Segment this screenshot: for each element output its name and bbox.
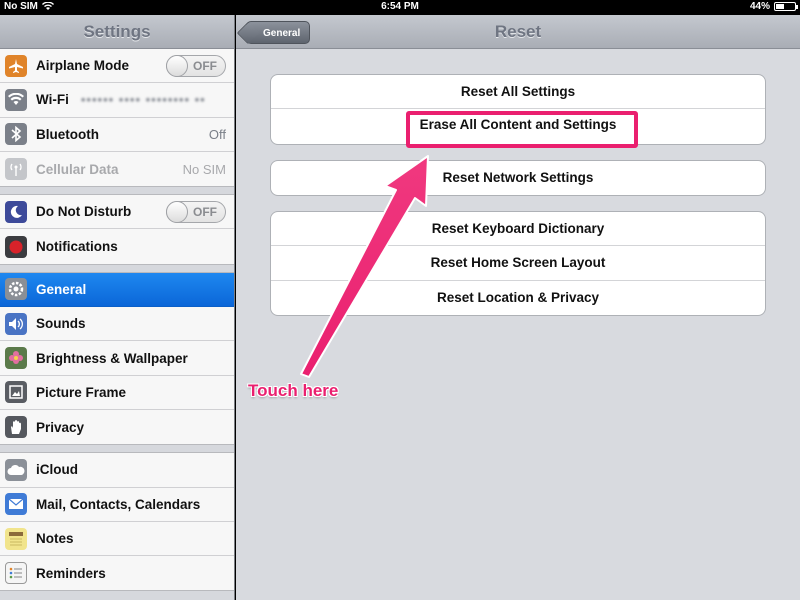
touch-here-annotation: Touch here <box>248 381 339 400</box>
annotation-arrow <box>300 155 429 378</box>
